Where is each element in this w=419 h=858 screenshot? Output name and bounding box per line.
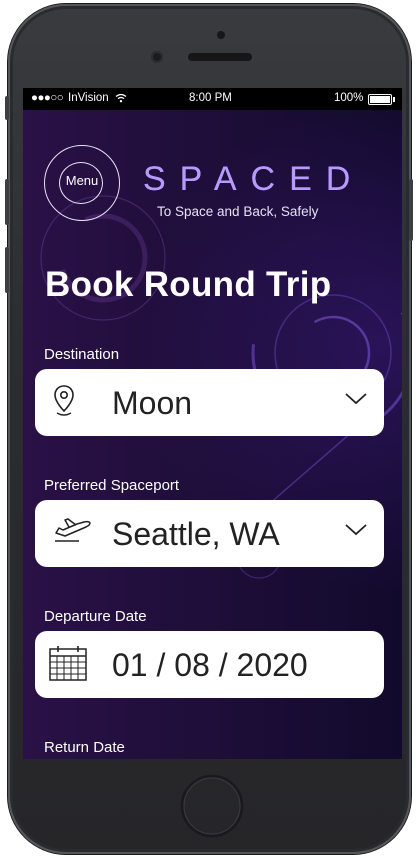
wifi-icon [115, 93, 127, 106]
mute-switch [5, 96, 9, 120]
departure-label: Departure Date [44, 608, 147, 625]
page-title: Book Round Trip [45, 265, 332, 304]
signal-strength-icon: ●●●○○ [31, 92, 64, 104]
calendar-icon [49, 645, 87, 686]
volume-down-button [5, 247, 9, 293]
app-screen: ●●●○○ InVision 8:00 PM 100% Menu SPACED … [23, 88, 402, 759]
earpiece-speaker [188, 53, 252, 61]
carrier-name: InVision [68, 92, 109, 104]
status-time: 8:00 PM [189, 92, 232, 104]
front-camera [217, 31, 225, 39]
spaceport-value: Seattle, WA [112, 516, 280, 552]
destination-value: Moon [112, 385, 193, 421]
chevron-down-icon [345, 524, 367, 536]
map-pin-icon [53, 383, 81, 424]
power-button [409, 179, 413, 241]
brand-logo: SPACED [143, 160, 365, 198]
chevron-down-icon [345, 393, 367, 405]
volume-up-button [5, 179, 9, 225]
return-date-label: Return Date [44, 739, 125, 756]
battery-icon [368, 94, 395, 105]
departure-date-field[interactable]: 01 / 08 / 2020 [35, 631, 384, 698]
menu-label: Menu [65, 173, 99, 188]
spaceport-label: Preferred Spaceport [44, 477, 180, 494]
menu-button[interactable]: Menu [42, 143, 122, 223]
spaceport-select[interactable]: Seattle, WA [35, 500, 384, 567]
departure-date-value: 01 / 08 / 2020 [112, 647, 308, 683]
destination-label: Destination [44, 346, 120, 363]
destination-select[interactable]: Moon [35, 369, 384, 436]
proximity-sensor [151, 51, 163, 63]
status-bar: ●●●○○ InVision 8:00 PM 100% [23, 88, 402, 110]
battery-percent: 100% [334, 92, 364, 104]
airplane-takeoff-icon [53, 516, 93, 551]
brand-tagline: To Space and Back, Safely [157, 204, 319, 219]
